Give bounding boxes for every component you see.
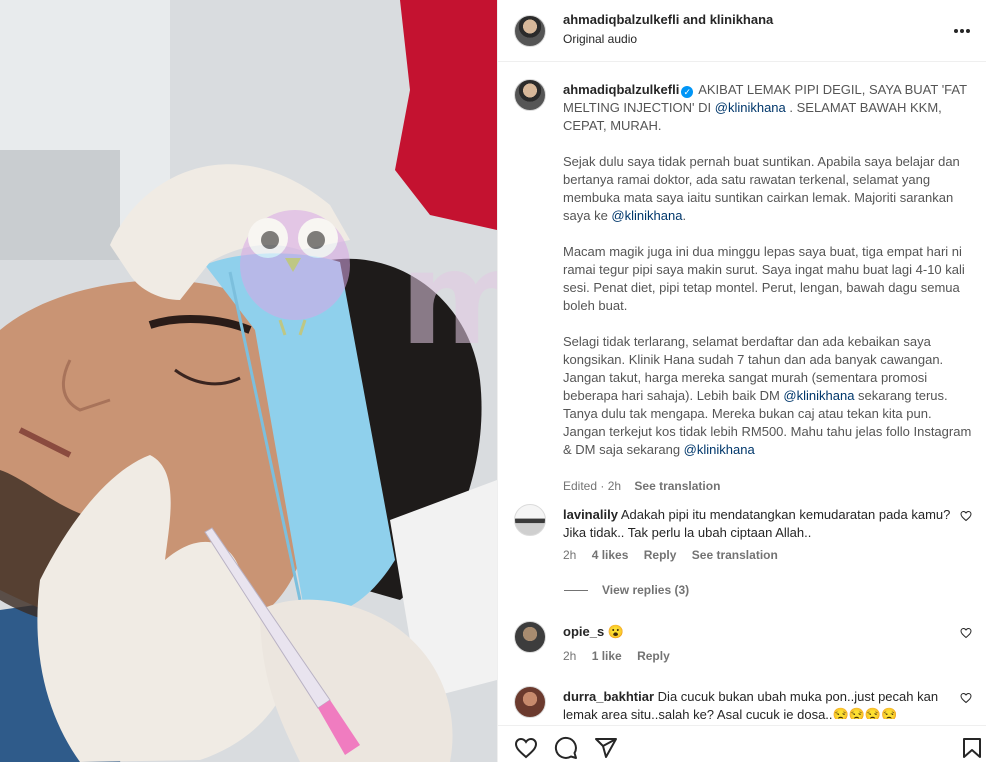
- bookmark-icon[interactable]: [960, 736, 984, 760]
- comment-meta: 2h 1 like Reply: [563, 649, 682, 663]
- comment-likes[interactable]: 1 like: [592, 649, 622, 663]
- comment-username[interactable]: durra_bakhtiar: [563, 689, 654, 704]
- heart-icon[interactable]: [960, 627, 972, 639]
- comment-text: lavinalily Adakah pipi itu mendatangkan …: [563, 507, 951, 540]
- caption-paragraph: Macam magik juga ini dua minggu lepas sa…: [563, 244, 965, 313]
- comment-text: durra_bakhtiar Dia cucuk bukan ubah muka…: [563, 689, 939, 719]
- avatar[interactable]: [514, 686, 546, 718]
- avatar[interactable]: [514, 79, 546, 111]
- post-media[interactable]: murai: [0, 0, 497, 762]
- avatar[interactable]: [514, 15, 546, 47]
- reply-button[interactable]: Reply: [644, 548, 677, 562]
- comment-text: opie_s 😮: [563, 624, 624, 639]
- comment-time: 2h: [563, 548, 577, 562]
- divider: [564, 590, 588, 592]
- heart-icon[interactable]: [960, 692, 972, 704]
- post-header: ahmadiqbalzulkefli and klinikhana Origin…: [498, 0, 986, 62]
- caption-username[interactable]: ahmadiqbalzulkefli: [563, 82, 679, 97]
- audio-label[interactable]: Original audio: [563, 32, 637, 46]
- mention-link[interactable]: @klinikhana: [684, 442, 755, 457]
- comment-time: 2h: [563, 649, 577, 663]
- author-username-1[interactable]: ahmadiqbalzulkefli: [563, 12, 679, 27]
- comment-item: durra_bakhtiar Dia cucuk bukan ubah muka…: [514, 686, 974, 719]
- comments-list[interactable]: ahmadiqbalzulkefli ✓ AKIBAT LEMAK PIPI DE…: [498, 63, 986, 719]
- comment-username[interactable]: lavinalily: [563, 507, 618, 522]
- see-translation-link[interactable]: See translation: [634, 479, 720, 493]
- view-replies-button[interactable]: View replies (3): [564, 583, 689, 597]
- mention-link[interactable]: @klinikhana: [783, 388, 854, 403]
- edited-time: Edited · 2h: [563, 479, 622, 493]
- comment-likes[interactable]: 4 likes: [592, 548, 629, 562]
- caption-paragraph: Selagi tidak terlarang, selamat berdafta…: [563, 334, 972, 457]
- heart-icon[interactable]: [514, 736, 538, 760]
- post-details-panel: ahmadiqbalzulkefli and klinikhana Origin…: [497, 0, 986, 762]
- verified-badge-icon: ✓: [681, 86, 694, 98]
- author-username-2[interactable]: klinikhana: [710, 12, 774, 27]
- share-icon[interactable]: [594, 736, 618, 760]
- comment-meta: 2h 4 likes Reply See translation: [563, 548, 790, 562]
- more-options-button[interactable]: [953, 18, 971, 39]
- heart-icon[interactable]: [960, 510, 972, 522]
- comment-item: opie_s 😮 2h 1 like Reply: [514, 621, 974, 671]
- reply-button[interactable]: Reply: [637, 649, 670, 663]
- post-authors: ahmadiqbalzulkefli and klinikhana: [563, 12, 773, 27]
- avatar[interactable]: [514, 621, 546, 653]
- comment-icon[interactable]: [554, 736, 578, 760]
- comment-username[interactable]: opie_s: [563, 624, 604, 639]
- see-translation-link[interactable]: See translation: [692, 548, 778, 562]
- mention-link[interactable]: @klinikhana: [715, 100, 786, 115]
- more-horizontal-icon: [954, 29, 970, 33]
- caption-text: ahmadiqbalzulkefli ✓ AKIBAT LEMAK PIPI DE…: [563, 82, 972, 457]
- avatar[interactable]: [514, 504, 546, 536]
- media-illustration: [0, 0, 497, 762]
- and-text: and: [682, 12, 707, 27]
- action-bar: [498, 725, 986, 762]
- caption-paragraph: Sejak dulu saya tidak pernah buat suntik…: [563, 154, 960, 223]
- comment-item: lavinalily Adakah pipi itu mendatangkan …: [514, 504, 974, 594]
- mention-link[interactable]: @klinikhana: [611, 208, 682, 223]
- caption-meta: Edited · 2h See translation: [563, 479, 720, 493]
